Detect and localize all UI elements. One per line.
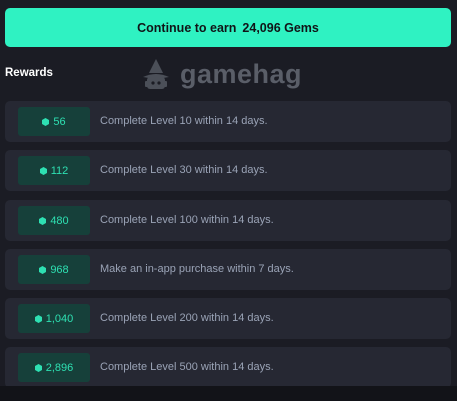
cta-amount: 24,096 Gems [242, 20, 319, 35]
gem-badge: 968 [18, 255, 90, 284]
gem-amount: 2,896 [45, 361, 74, 374]
rewards-page: Continue to earn 24,096 Gems Rewards gam… [0, 0, 457, 401]
bottom-edge [0, 386, 457, 401]
wizard-hat-icon [143, 59, 169, 89]
gem-icon [39, 265, 47, 274]
gem-badge: 1,040 [18, 304, 90, 333]
gem-badge: 112 [18, 156, 90, 185]
reward-task: Make an in-app purchase within 7 days. [100, 263, 294, 275]
gem-icon [39, 216, 47, 225]
logo-wordmark: gamehag [180, 58, 303, 89]
gem-amount: 480 [50, 214, 69, 227]
gem-amount: 968 [50, 263, 69, 276]
reward-row: 56 Complete Level 10 within 14 days. [5, 101, 451, 142]
reward-task: Complete Level 30 within 14 days. [100, 164, 268, 176]
reward-row: 1,040 Complete Level 200 within 14 days. [5, 298, 451, 339]
reward-task: Complete Level 10 within 14 days. [100, 115, 268, 127]
reward-row: 480 Complete Level 100 within 14 days. [5, 200, 451, 241]
reward-row: 112 Complete Level 30 within 14 days. [5, 150, 451, 191]
gamehag-logo: gamehag [138, 56, 302, 92]
gem-amount: 1,040 [45, 312, 74, 325]
reward-task: Complete Level 200 within 14 days. [100, 312, 274, 324]
rewards-heading: Rewards [5, 67, 53, 79]
gem-badge: 480 [18, 206, 90, 235]
gem-amount: 112 [50, 164, 69, 177]
cta-prefix: Continue to earn [137, 20, 237, 35]
reward-row: 968 Make an in-app purchase within 7 day… [5, 249, 451, 290]
gem-badge: 2,896 [18, 353, 90, 382]
reward-task: Complete Level 500 within 14 days. [100, 361, 274, 373]
gem-icon [42, 117, 50, 126]
gem-amount: 56 [53, 115, 66, 128]
reward-task: Complete Level 100 within 14 days. [100, 214, 274, 226]
reward-row: 2,896 Complete Level 500 within 14 days. [5, 347, 451, 388]
gem-icon [39, 166, 47, 175]
continue-earn-button[interactable]: Continue to earn 24,096 Gems [5, 8, 451, 47]
gem-icon [34, 363, 42, 372]
gem-badge: 56 [18, 107, 90, 136]
gem-icon [34, 314, 42, 323]
